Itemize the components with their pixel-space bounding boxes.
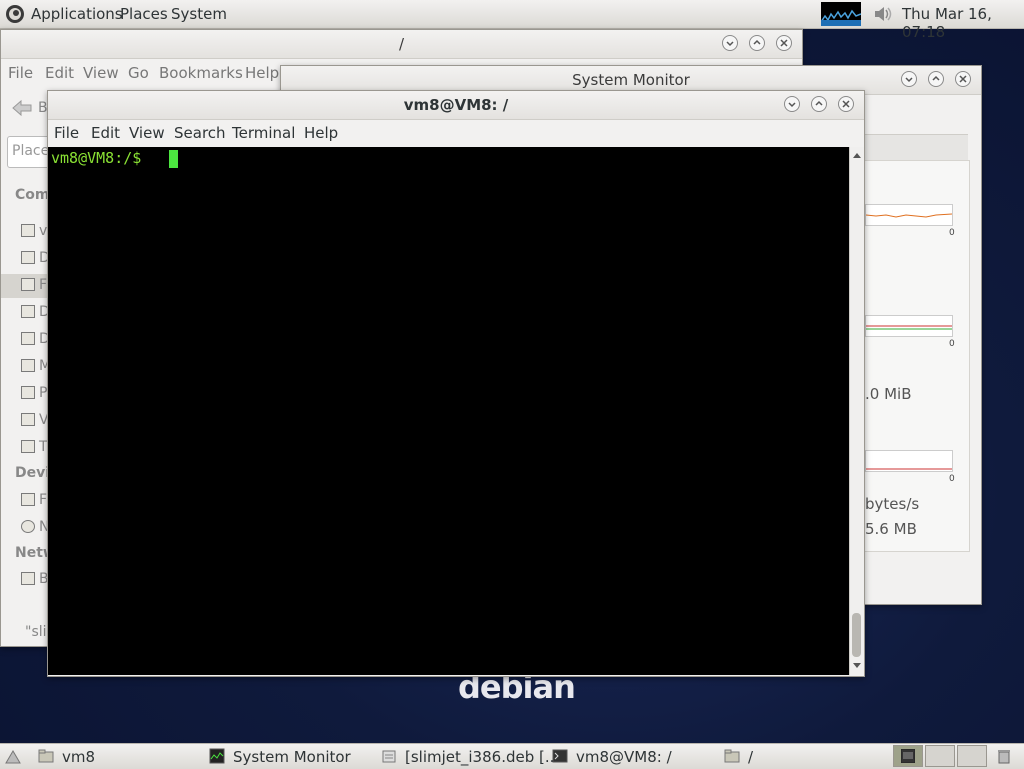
close-button[interactable]: [955, 71, 971, 87]
bottom-taskbar: vm8 System Monitor [slimjet_i386.deb [..…: [0, 743, 1024, 769]
scrollbar-thumb[interactable]: [852, 613, 861, 657]
workspace-2[interactable]: [925, 745, 955, 767]
scroll-down-icon[interactable]: [853, 663, 861, 669]
menu-file[interactable]: File: [8, 64, 33, 82]
menu-view[interactable]: View: [83, 64, 119, 82]
menu-edit[interactable]: Edit: [45, 64, 74, 82]
filesystem-icon: [21, 278, 35, 291]
menu-file[interactable]: File: [54, 124, 79, 142]
minimize-button[interactable]: [722, 35, 738, 51]
system-monitor-icon: [209, 748, 225, 764]
menu-help[interactable]: Help: [304, 124, 338, 142]
task-root-folder[interactable]: /: [748, 748, 753, 766]
section-devices: Devi: [15, 465, 51, 481]
home-folder-icon: [21, 224, 35, 237]
places-menu[interactable]: Places: [120, 5, 168, 23]
folder-icon: [724, 749, 740, 763]
cpu-graph-zero: 0: [949, 228, 955, 238]
folder-icon: [38, 749, 54, 763]
minimize-button[interactable]: [901, 71, 917, 87]
network-icon: [21, 572, 35, 585]
maximize-button[interactable]: [749, 35, 765, 51]
maximize-button[interactable]: [928, 71, 944, 87]
menu-help[interactable]: Help: [245, 64, 279, 82]
minimize-button[interactable]: [784, 96, 800, 112]
trash-icon: [21, 440, 35, 453]
maximize-button[interactable]: [811, 96, 827, 112]
network-rate: bytes/s: [865, 495, 920, 513]
menu-edit[interactable]: Edit: [91, 124, 120, 142]
task-system-monitor[interactable]: System Monitor: [233, 748, 351, 766]
close-button[interactable]: [838, 96, 854, 112]
task-terminal[interactable]: vm8@VM8: /: [576, 748, 672, 766]
back-arrow-icon[interactable]: [11, 98, 33, 118]
music-folder-icon: [21, 359, 35, 372]
menu-bookmarks[interactable]: Bookmarks: [159, 64, 243, 82]
desktop-folder-icon: [21, 251, 35, 264]
workspace-1[interactable]: [893, 745, 923, 767]
pictures-folder-icon: [21, 386, 35, 399]
menu-view[interactable]: View: [129, 124, 165, 142]
status-text: "sli: [25, 624, 47, 640]
memory-graph: [865, 315, 953, 337]
task-slimjet[interactable]: [slimjet_i386.deb [...: [405, 748, 559, 766]
trash-icon[interactable]: [996, 748, 1012, 764]
file-manager-titlebar[interactable]: /: [1, 30, 802, 59]
menu-search[interactable]: Search: [174, 124, 226, 142]
terminal-icon: [552, 749, 568, 763]
terminal-window: vm8@VM8: / File Edit View Search Termina…: [47, 90, 865, 677]
text-cursor: [169, 150, 178, 168]
workspace-window-icon: [901, 749, 915, 763]
network-graph: [865, 450, 953, 472]
downloads-folder-icon: [21, 332, 35, 345]
documents-folder-icon: [21, 305, 35, 318]
disc-icon: [21, 520, 35, 533]
task-vm8[interactable]: vm8: [62, 748, 95, 766]
top-panel: Applications Places System Thu Mar 16, 0…: [0, 0, 1024, 41]
terminal-scrollbar[interactable]: [849, 147, 864, 675]
file-manager-title: /: [398, 35, 405, 53]
system-monitor-applet[interactable]: [820, 2, 862, 26]
debian-menu-icon[interactable]: [5, 4, 25, 24]
network-total: 5.6 MB: [865, 520, 917, 538]
videos-folder-icon: [21, 413, 35, 426]
menu-terminal[interactable]: Terminal: [232, 124, 295, 142]
sidebar-item-floppy[interactable]: F: [39, 492, 47, 508]
terminal-title: vm8@VM8: /: [403, 96, 509, 114]
system-monitor-title: System Monitor: [572, 71, 690, 89]
floppy-icon: [21, 493, 35, 506]
memory-graph-zero: 0: [949, 339, 955, 349]
menu-go[interactable]: Go: [128, 64, 149, 82]
applications-menu[interactable]: Applications: [31, 5, 123, 23]
workspace-3[interactable]: [957, 745, 987, 767]
package-icon: [382, 750, 396, 763]
cpu-graph: [865, 204, 953, 226]
show-desktop-icon[interactable]: [5, 748, 21, 764]
close-button[interactable]: [776, 35, 792, 51]
terminal-titlebar[interactable]: vm8@VM8: /: [48, 91, 864, 120]
terminal-menubar: File Edit View Search Terminal Help: [48, 119, 864, 147]
terminal-screen[interactable]: vm8@VM8:/$: [48, 147, 849, 675]
memory-value: .0 MiB: [865, 385, 912, 403]
tab-strip: [864, 134, 968, 161]
volume-icon[interactable]: [872, 3, 894, 25]
system-menu[interactable]: System: [171, 5, 227, 23]
scroll-up-icon[interactable]: [853, 152, 861, 158]
sidebar-item-filesystem[interactable]: F: [39, 277, 47, 293]
shell-prompt: vm8@VM8:/$: [51, 149, 151, 167]
network-graph-zero: 0: [949, 474, 955, 484]
clock[interactable]: Thu Mar 16, 07:18: [902, 5, 1024, 41]
